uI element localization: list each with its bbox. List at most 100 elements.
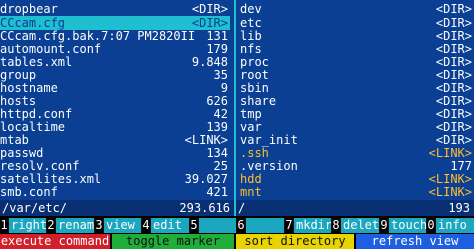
red-button-execute-command[interactable]: execute command bbox=[0, 234, 110, 249]
file-row[interactable]: dropbear <DIR> bbox=[0, 2, 230, 16]
left-file-panel[interactable]: dropbear <DIR> CCcam.cfg <DIR> CCcam.cfg.b… bbox=[0, 0, 234, 216]
file-row[interactable]: resolv.conf 25 bbox=[0, 159, 230, 173]
file-row[interactable]: sbin <DIR> bbox=[240, 81, 472, 95]
file-size: <DIR> bbox=[435, 120, 472, 134]
file-name: nfs bbox=[240, 42, 262, 56]
function-key-bar: 1rights 2rename 3view 4edit 5 6 7mkdir 8… bbox=[0, 218, 474, 233]
left-path: /var/etc/ bbox=[2, 201, 68, 215]
file-name: automount.conf bbox=[0, 42, 102, 56]
file-size: 9 bbox=[220, 81, 228, 95]
file-row[interactable]: httpd.conf 42 bbox=[0, 107, 230, 121]
file-size: 35 bbox=[213, 68, 228, 82]
fkey-number: 6 bbox=[237, 218, 245, 233]
file-name: var bbox=[240, 120, 262, 134]
file-name: localtime bbox=[0, 120, 66, 134]
file-name: dropbear bbox=[0, 2, 58, 16]
fkey-6[interactable]: 6 bbox=[237, 218, 284, 233]
yellow-button-sort-directory[interactable]: sort directory bbox=[236, 234, 354, 249]
file-size: <DIR> bbox=[435, 133, 472, 147]
file-name: root bbox=[240, 68, 269, 82]
file-size: <LINK> bbox=[184, 133, 228, 147]
blue-button-refresh-view[interactable]: refresh view bbox=[356, 234, 474, 249]
file-row[interactable]: .version 177 bbox=[240, 159, 472, 173]
file-name: tmp bbox=[240, 107, 262, 121]
file-size: 139 bbox=[206, 120, 228, 134]
right-file-panel[interactable]: dev <DIR> etc <DIR> lib <DIR> nfs <DIR> proc… bbox=[236, 0, 474, 216]
file-row-selected[interactable]: CCcam.cfg <DIR> bbox=[0, 16, 230, 30]
color-button-bar: execute command toggle marker sort direc… bbox=[0, 234, 474, 249]
file-row[interactable]: group 35 bbox=[0, 68, 230, 82]
file-row[interactable]: var <DIR> bbox=[240, 120, 472, 134]
file-row[interactable]: automount.conf 179 bbox=[0, 42, 230, 56]
file-name: etc bbox=[240, 16, 262, 30]
file-size: <DIR> bbox=[435, 29, 472, 43]
file-row[interactable]: smb.conf 421 bbox=[0, 185, 230, 199]
file-row[interactable]: dev <DIR> bbox=[240, 2, 472, 16]
file-size: 179 bbox=[206, 42, 228, 56]
fkey-number: 0 bbox=[427, 218, 435, 233]
file-row[interactable]: etc <DIR> bbox=[240, 16, 472, 30]
file-row[interactable]: tables.xml 9.848 bbox=[0, 55, 230, 69]
file-name: httpd.conf bbox=[0, 107, 73, 121]
file-size: 39.027 bbox=[184, 172, 228, 186]
fkey-3-view[interactable]: 3 view bbox=[95, 218, 141, 233]
fkey-number: 1 bbox=[0, 218, 8, 233]
file-row[interactable]: hdd <LINK> bbox=[240, 172, 472, 186]
fkey-9-touch[interactable]: 9 touch bbox=[380, 218, 426, 233]
fkey-label: view bbox=[104, 218, 141, 233]
fkey-number: 8 bbox=[332, 218, 340, 233]
file-name: hostname bbox=[0, 81, 58, 95]
file-row[interactable]: tmp <DIR> bbox=[240, 107, 472, 121]
file-name: .ssh bbox=[240, 146, 269, 160]
file-name: sbin bbox=[240, 81, 269, 95]
fkey-4-edit[interactable]: 4 edit bbox=[142, 218, 189, 233]
file-size: <DIR> bbox=[435, 81, 472, 95]
file-row[interactable]: lib <DIR> bbox=[240, 29, 472, 43]
file-row[interactable]: mtab <LINK> bbox=[0, 133, 230, 147]
file-row[interactable]: localtime 139 bbox=[0, 120, 230, 134]
file-size: <DIR> bbox=[191, 2, 228, 16]
file-row[interactable]: root <DIR> bbox=[240, 68, 472, 82]
file-name: passwd bbox=[0, 146, 44, 160]
file-row[interactable]: .ssh <LINK> bbox=[240, 146, 472, 160]
file-size: <DIR> bbox=[435, 2, 472, 16]
file-row[interactable]: share <DIR> bbox=[240, 94, 472, 108]
file-row[interactable]: satellites.xml 39.027 bbox=[0, 172, 230, 186]
file-size: <LINK> bbox=[428, 185, 472, 199]
file-size: <DIR> bbox=[435, 68, 472, 82]
file-name: hosts bbox=[0, 94, 37, 108]
file-name: lib bbox=[240, 29, 262, 43]
file-row[interactable]: hosts 626 bbox=[0, 94, 230, 108]
file-row[interactable]: passwd 134 bbox=[0, 146, 230, 160]
file-row[interactable]: proc <DIR> bbox=[240, 55, 472, 69]
file-row[interactable]: hostname 9 bbox=[0, 81, 230, 95]
fkey-0-info[interactable]: 0 info bbox=[427, 218, 474, 233]
fkey-1-rights[interactable]: 1rights bbox=[0, 218, 46, 233]
file-size: 626 bbox=[206, 94, 228, 108]
file-size: 42 bbox=[213, 107, 228, 121]
file-row[interactable]: nfs <DIR> bbox=[240, 42, 472, 56]
right-path-bar: / 193 bbox=[236, 200, 474, 216]
right-total-size: 193 bbox=[448, 201, 470, 215]
fkey-2-rename[interactable]: 2rename bbox=[47, 218, 94, 233]
file-name: tables.xml bbox=[0, 55, 73, 69]
file-row[interactable]: var_init <DIR> bbox=[240, 133, 472, 147]
fkey-number: 9 bbox=[380, 218, 388, 233]
fkey-7-mkdir[interactable]: 7 mkdir bbox=[285, 218, 331, 233]
fkey-5[interactable]: 5 bbox=[190, 218, 236, 233]
file-name: resolv.conf bbox=[0, 159, 80, 173]
file-size: <LINK> bbox=[428, 146, 472, 160]
fkey-number: 3 bbox=[95, 218, 103, 233]
right-path: / bbox=[238, 201, 246, 215]
fkey-number: 5 bbox=[190, 218, 198, 233]
file-size: <LINK> bbox=[428, 172, 472, 186]
file-name: satellites.xml bbox=[0, 172, 102, 186]
file-size: <DIR> bbox=[435, 42, 472, 56]
fkey-8-delete[interactable]: 8delete bbox=[332, 218, 379, 233]
file-row[interactable]: mnt <LINK> bbox=[240, 185, 472, 199]
green-button-toggle-marker[interactable]: toggle marker bbox=[112, 234, 234, 249]
fkey-label: delete bbox=[341, 218, 379, 233]
file-name: share bbox=[240, 94, 277, 108]
file-row[interactable]: CCcam.cfg.bak.7:07 PM2820II 131 bbox=[0, 29, 230, 43]
file-name: dev bbox=[240, 2, 262, 16]
